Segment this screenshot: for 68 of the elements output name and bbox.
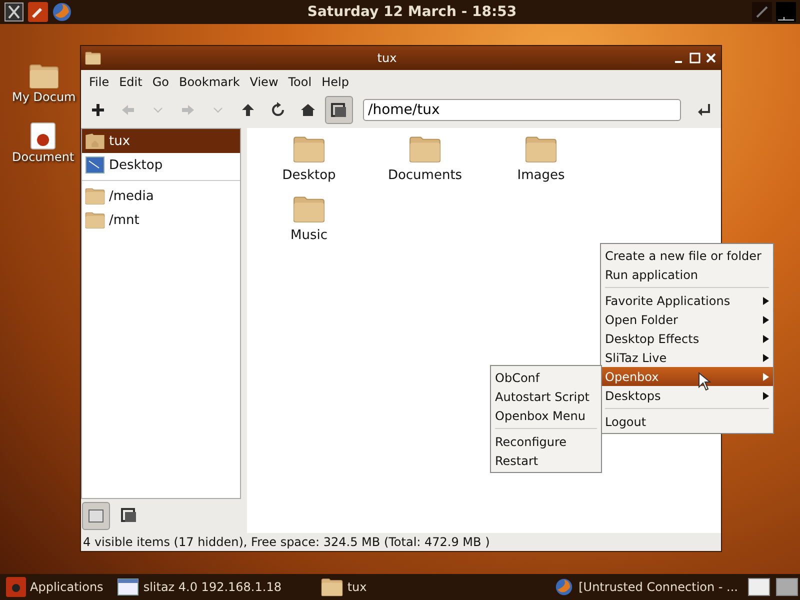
desktop-icon-label[interactable]: Document (12, 150, 74, 164)
taskbar-item[interactable]: tux (317, 577, 371, 597)
desktop-icon (85, 156, 105, 174)
menu-bar-item[interactable]: View (246, 75, 282, 89)
menu-item[interactable]: Openbox (601, 367, 773, 386)
place-item[interactable]: Desktop (82, 153, 240, 177)
menu-item[interactable]: SliTaz Live (601, 348, 773, 367)
menu-item[interactable]: Logout (601, 412, 773, 431)
menu-item[interactable]: Openbox Menu (491, 406, 601, 425)
menu-item[interactable]: Open Folder (601, 310, 773, 329)
cpu-graph-icon (776, 2, 796, 22)
taskbar-item[interactable]: slitaz 4.0 192.168.1.18 (113, 578, 312, 596)
submenu-arrow-icon (763, 392, 769, 400)
workspace-button[interactable] (748, 578, 770, 596)
menu-bar-item[interactable]: Bookmark (174, 75, 244, 89)
spider-icon (6, 577, 26, 597)
menu-bar-item[interactable]: Edit (115, 75, 146, 89)
submenu-arrow-icon (763, 372, 769, 380)
submenu-arrow-icon (763, 334, 769, 342)
menu-bar-item[interactable]: Tool (284, 75, 316, 89)
file-label[interactable]: Documents (388, 168, 462, 183)
submenu-arrow-icon (763, 316, 769, 324)
place-item[interactable]: /mnt (82, 208, 240, 232)
place-item[interactable]: tux (82, 129, 240, 153)
menu-item[interactable]: Run application (601, 265, 773, 284)
folder-icon (85, 187, 105, 205)
folder-icon (28, 62, 59, 90)
x-logo-icon[interactable] (4, 2, 24, 22)
file-label[interactable]: Music (290, 228, 328, 243)
clock: Saturday 12 March - 18:53 (306, 4, 518, 20)
close-icon[interactable] (705, 52, 717, 64)
status-text: 4 visible items (17 hidden), Free space: 324.5 MB (Total: 472.9 MB ) (83, 535, 490, 549)
window-icon (117, 578, 140, 596)
drive-icon[interactable] (82, 502, 110, 530)
folder-icon (293, 194, 325, 224)
folder-icon (525, 134, 557, 164)
menu-bar-item[interactable]: Help (318, 75, 353, 89)
folder-icon (409, 134, 441, 164)
home-folder-icon (85, 132, 105, 150)
menu-item[interactable]: Favorite Applications (601, 291, 773, 310)
place-item[interactable]: /media (82, 184, 240, 208)
menu-item[interactable]: Restart (491, 451, 601, 470)
folder-icon (85, 211, 105, 229)
folder-icon (321, 577, 344, 597)
menu-bar-item[interactable]: Go (148, 75, 173, 89)
submenu-arrow-icon (763, 296, 769, 304)
applications-button[interactable]: Applications (2, 577, 108, 597)
menu-item[interactable]: Desktops (601, 386, 773, 405)
path-field[interactable]: /home/tux (363, 99, 681, 121)
folder-icon (293, 134, 325, 164)
menu-item[interactable]: Create a new file or folder (601, 246, 773, 265)
menu-bar-item[interactable]: File (85, 75, 114, 89)
windows-icon[interactable] (325, 96, 353, 124)
file-label[interactable]: Desktop (282, 168, 336, 183)
taskbar-item[interactable]: [Untrusted Connection - ... (548, 578, 742, 596)
submenu-arrow-icon (763, 354, 769, 362)
browser-icon[interactable] (52, 2, 72, 22)
menu-item[interactable]: Autostart Script (491, 387, 601, 406)
mouse-cursor-icon (698, 372, 712, 392)
file-label[interactable]: Images (517, 168, 565, 183)
window-title: tux (376, 51, 398, 65)
menu-item[interactable]: Reconfigure (491, 432, 601, 451)
menu-item[interactable]: ObConf (491, 368, 601, 387)
document-icon (30, 122, 56, 150)
desktop-icon-label[interactable]: My Docum (12, 90, 76, 104)
folder-icon (85, 51, 101, 65)
maximize-icon[interactable] (689, 52, 701, 64)
menu-item[interactable]: Desktop Effects (601, 329, 773, 348)
